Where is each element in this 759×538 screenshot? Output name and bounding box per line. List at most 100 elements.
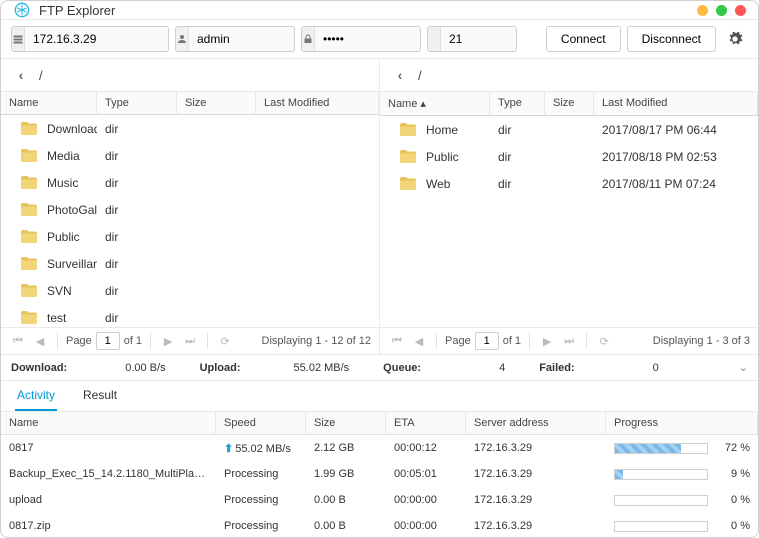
file-row[interactable]: Surveillancedir (1, 250, 379, 277)
upload-label: Upload: (200, 362, 241, 374)
remote-col-size[interactable]: Size (545, 92, 594, 115)
remote-prev-page[interactable]: ◀ (410, 332, 428, 350)
settings-button[interactable] (722, 26, 748, 52)
maximize-button[interactable] (716, 5, 727, 16)
transfer-header: Name Speed Size ETA Server address Progr… (1, 412, 758, 435)
remote-file-list[interactable]: Homedir2017/08/17 PM 06:44Publicdir2017/… (380, 116, 758, 327)
tt-col-speed[interactable]: Speed (216, 412, 306, 434)
progress-bar (614, 443, 708, 454)
progress-wrap: 72 % (614, 442, 750, 454)
remote-last-page[interactable]: ⏭ (560, 332, 578, 350)
close-button[interactable] (735, 5, 746, 16)
port-group (427, 26, 517, 52)
transfer-row[interactable]: 0817⬆55.02 MB/s2.12 GB00:00:12172.16.3.2… (1, 435, 758, 461)
remote-back-button[interactable]: ‹ (390, 65, 410, 85)
disconnect-button[interactable]: Disconnect (627, 26, 716, 52)
file-modified: 2017/08/17 PM 06:44 (594, 123, 758, 137)
transfer-name: 0817 (1, 437, 216, 459)
local-col-type[interactable]: Type (97, 92, 177, 114)
remote-col-name[interactable]: Name ▴ (380, 92, 490, 115)
file-name: Download (47, 122, 97, 136)
remote-refresh[interactable]: ⟳ (595, 332, 613, 350)
file-name: Home (426, 123, 458, 137)
file-row[interactable]: SVNdir (1, 277, 379, 304)
transfer-server: 172.16.3.29 (466, 463, 606, 485)
tt-col-progress[interactable]: Progress (606, 412, 758, 434)
folder-icon (21, 284, 37, 297)
transfer-name: Backup_Exec_15_14.2.1180_MultiPlatf... (1, 463, 216, 485)
local-refresh[interactable]: ⟳ (216, 332, 234, 350)
local-page-input[interactable] (96, 332, 120, 350)
remote-first-page[interactable]: ⏮ (388, 332, 406, 350)
file-row[interactable]: Mediadir (1, 142, 379, 169)
upload-speed: 55.02 MB/s (294, 362, 350, 374)
folder-icon (21, 203, 37, 216)
local-col-size[interactable]: Size (177, 92, 256, 114)
connect-button[interactable]: Connect (546, 26, 621, 52)
tt-col-size[interactable]: Size (306, 412, 386, 434)
local-back-button[interactable]: ‹ (11, 65, 31, 85)
collapse-transfers-button[interactable]: ⌄ (739, 361, 748, 374)
remote-page-of: of 1 (503, 335, 521, 347)
file-row[interactable]: testdir (1, 304, 379, 327)
progress-wrap: 0 % (614, 494, 750, 506)
tt-col-server[interactable]: Server address (466, 412, 606, 434)
file-row[interactable]: Homedir2017/08/17 PM 06:44 (380, 116, 758, 143)
transfer-name: 0817.zip (1, 515, 216, 537)
tt-col-name[interactable]: Name (1, 412, 216, 434)
port-input[interactable] (441, 27, 517, 51)
transfer-speed: ⬆55.02 MB/s (216, 437, 306, 460)
remote-header: Name ▴ Type Size Last Modified (380, 92, 758, 116)
tt-col-eta[interactable]: ETA (386, 412, 466, 434)
local-last-page[interactable]: ⏭ (181, 332, 199, 350)
file-row[interactable]: Webdir2017/08/11 PM 07:24 (380, 170, 758, 197)
file-row[interactable]: Downloaddir (1, 115, 379, 142)
app-title: FTP Explorer (39, 3, 697, 18)
file-panes: Name Type Size Last Modified Downloaddir… (1, 92, 758, 327)
transfer-size: 0.00 B (306, 515, 386, 537)
remote-col-type[interactable]: Type (490, 92, 545, 115)
file-row[interactable]: Musicdir (1, 169, 379, 196)
progress-percent: 9 % (716, 468, 750, 480)
local-prev-page[interactable]: ◀ (31, 332, 49, 350)
remote-path: / (418, 68, 422, 83)
file-row[interactable]: Publicdir (1, 223, 379, 250)
local-next-page[interactable]: ▶ (159, 332, 177, 350)
progress-percent: 72 % (716, 442, 750, 454)
password-group (301, 26, 421, 52)
file-name: test (47, 311, 66, 325)
tab-activity[interactable]: Activity (15, 381, 57, 411)
file-type: dir (97, 176, 177, 190)
local-col-name[interactable]: Name (1, 92, 97, 114)
local-col-mod[interactable]: Last Modified (256, 92, 379, 114)
local-header: Name Type Size Last Modified (1, 92, 379, 115)
folder-icon (400, 150, 416, 163)
host-input[interactable] (25, 27, 169, 51)
transfer-name: upload (1, 489, 216, 511)
transfer-row[interactable]: uploadProcessing0.00 B00:00:00172.16.3.2… (1, 487, 758, 513)
progress-bar (614, 521, 708, 532)
folder-icon (21, 257, 37, 270)
folder-icon (21, 122, 37, 135)
remote-page-input[interactable] (475, 332, 499, 350)
pager-row: ⏮ ◀ Page of 1 ▶ ⏭ ⟳ Displaying 1 - 12 of… (1, 327, 758, 355)
user-input[interactable] (189, 27, 295, 51)
remote-col-mod[interactable]: Last Modified (594, 92, 758, 115)
local-first-page[interactable]: ⏮ (9, 332, 27, 350)
file-row[interactable]: PhotoGalle...dir (1, 196, 379, 223)
password-input[interactable] (315, 27, 421, 51)
file-name: PhotoGalle... (47, 203, 97, 217)
minimize-button[interactable] (697, 5, 708, 16)
transfer-row[interactable]: Backup_Exec_15_14.2.1180_MultiPlatf...Pr… (1, 461, 758, 487)
transfer-size: 1.99 GB (306, 463, 386, 485)
download-speed: 0.00 B/s (125, 362, 165, 374)
file-row[interactable]: Publicdir2017/08/18 PM 02:53 (380, 143, 758, 170)
local-file-list[interactable]: DownloaddirMediadirMusicdirPhotoGalle...… (1, 115, 379, 327)
remote-next-page[interactable]: ▶ (538, 332, 556, 350)
tab-result[interactable]: Result (81, 381, 119, 411)
transfer-row[interactable]: 0817.zipProcessing0.00 B00:00:00172.16.3… (1, 513, 758, 538)
transfer-size: 2.12 GB (306, 437, 386, 459)
file-type: dir (490, 177, 545, 191)
file-type: dir (97, 122, 177, 136)
transfer-speed: Processing (216, 463, 306, 485)
